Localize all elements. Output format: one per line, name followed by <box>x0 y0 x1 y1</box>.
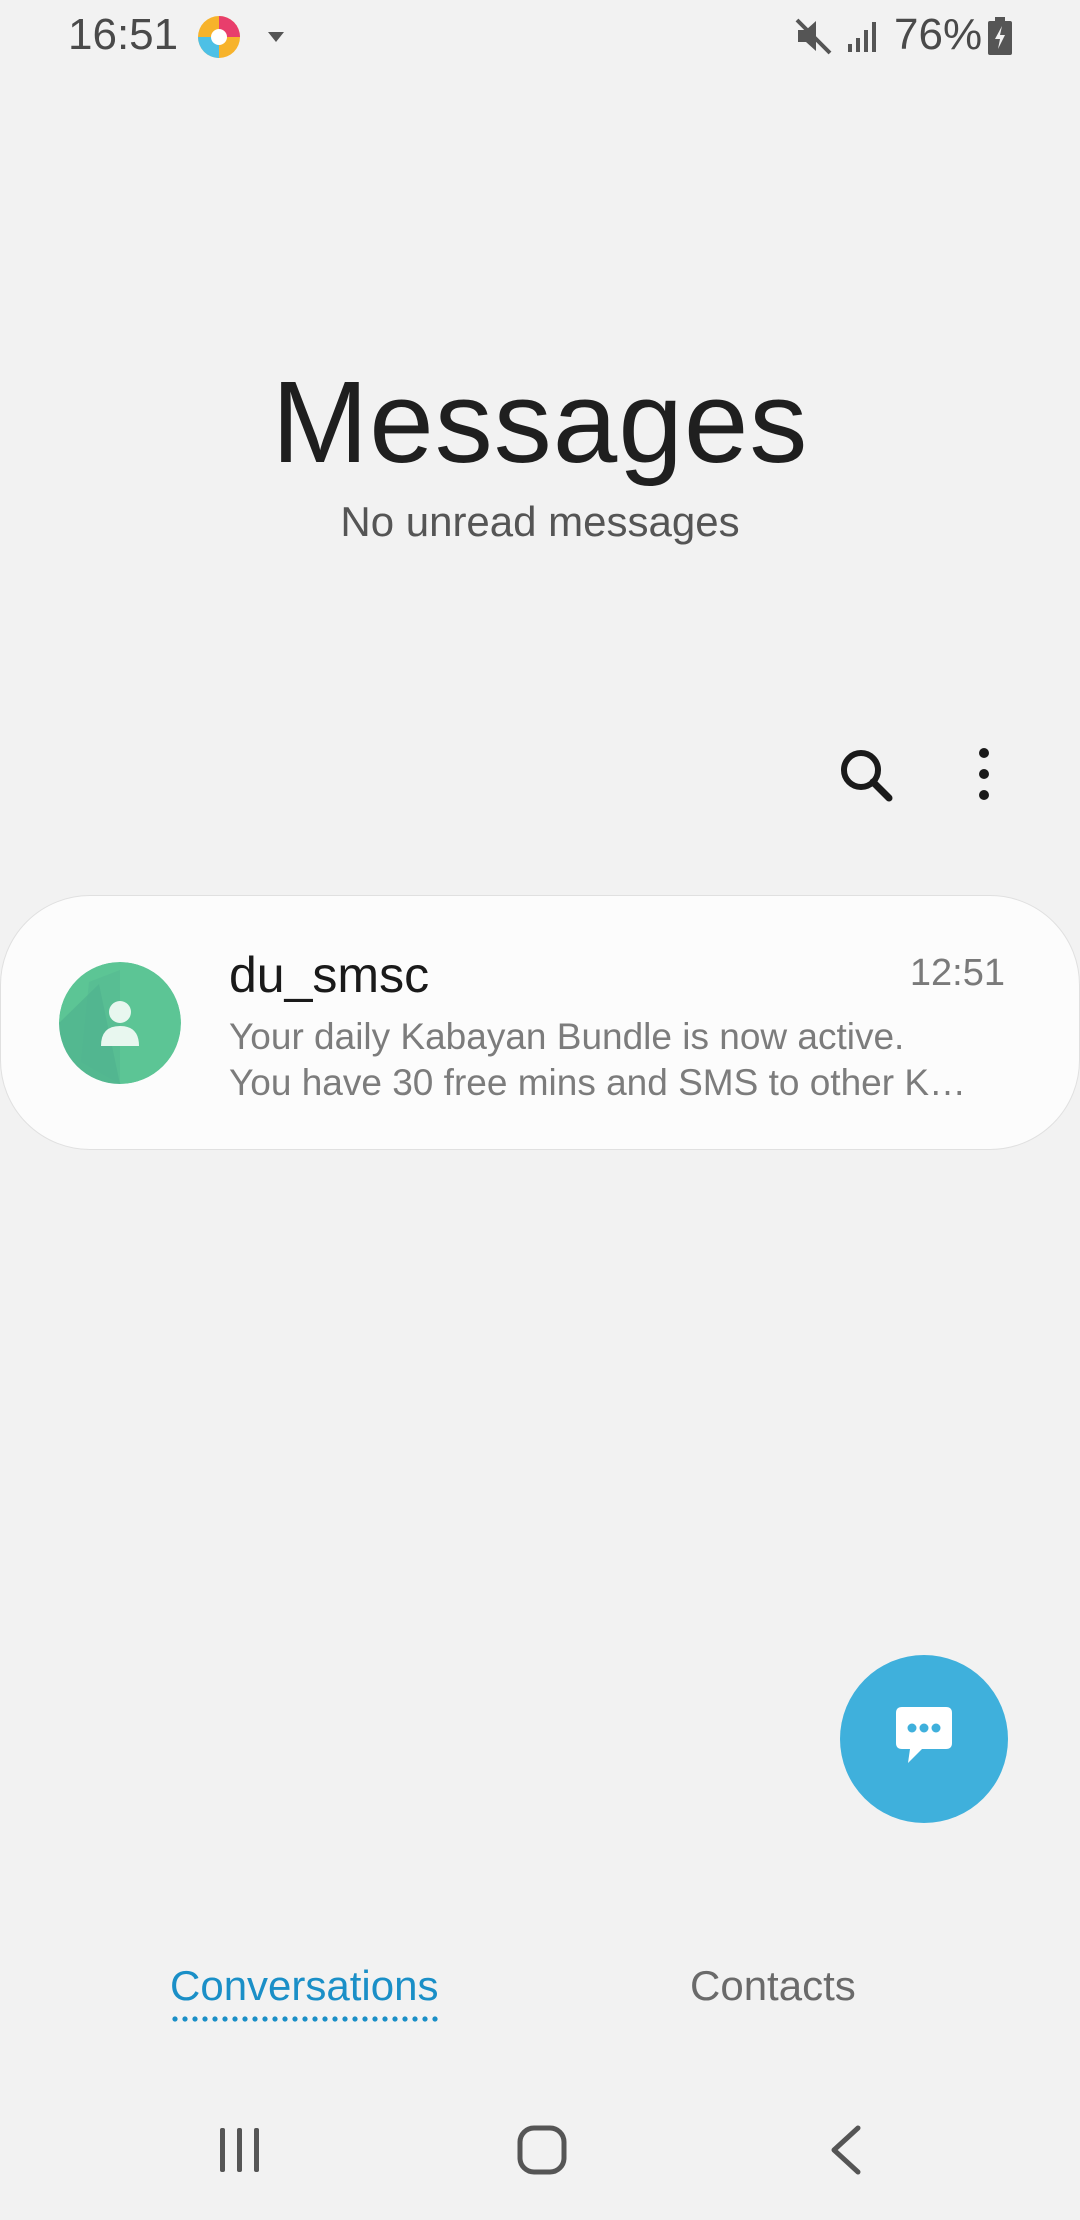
page-subtitle: No unread messages <box>340 498 740 545</box>
home-icon[interactable] <box>516 2124 568 2176</box>
person-icon <box>59 962 181 1084</box>
conversation-item[interactable]: du_smsc 12:51 Your daily Kabayan Bundle … <box>0 895 1080 1150</box>
compose-button[interactable] <box>840 1655 1008 1823</box>
conversation-name: du_smsc <box>229 947 430 1003</box>
recent-apps-icon[interactable] <box>216 2126 264 2174</box>
conversation-time: 12:51 <box>909 952 1005 994</box>
avatar[interactable] <box>59 962 181 1084</box>
app-notification-icon <box>198 16 240 58</box>
search-icon[interactable] <box>836 745 896 805</box>
conversation-preview: Your daily Kabayan Bundle is now active.… <box>229 1014 1009 1106</box>
status-time: 16:51 <box>68 10 179 59</box>
signal-icon <box>848 22 876 52</box>
back-icon[interactable] <box>826 2124 866 2176</box>
tab-conversations[interactable]: Conversations <box>170 1962 438 2020</box>
status-bar: 16:51 76% <box>0 0 1080 72</box>
preview-line-1: Your daily Kabayan Bundle is now active. <box>229 1016 905 1057</box>
more-options-icon[interactable] <box>966 745 1002 805</box>
messages-screen: 16:51 76% Messages No unread messages du… <box>0 0 1080 2220</box>
preview-line-2: You have 30 free mins and SMS to other K… <box>229 1062 967 1103</box>
page-title: Messages <box>271 357 809 487</box>
tab-contacts[interactable]: Contacts <box>690 1962 856 2010</box>
battery-percent: 76% <box>894 10 983 59</box>
compose-message-icon <box>896 1707 952 1763</box>
battery-charging-icon <box>988 17 1012 55</box>
tab-selected-indicator <box>170 2016 442 2022</box>
mute-icon <box>795 18 832 55</box>
dropdown-caret-icon[interactable] <box>266 30 286 44</box>
